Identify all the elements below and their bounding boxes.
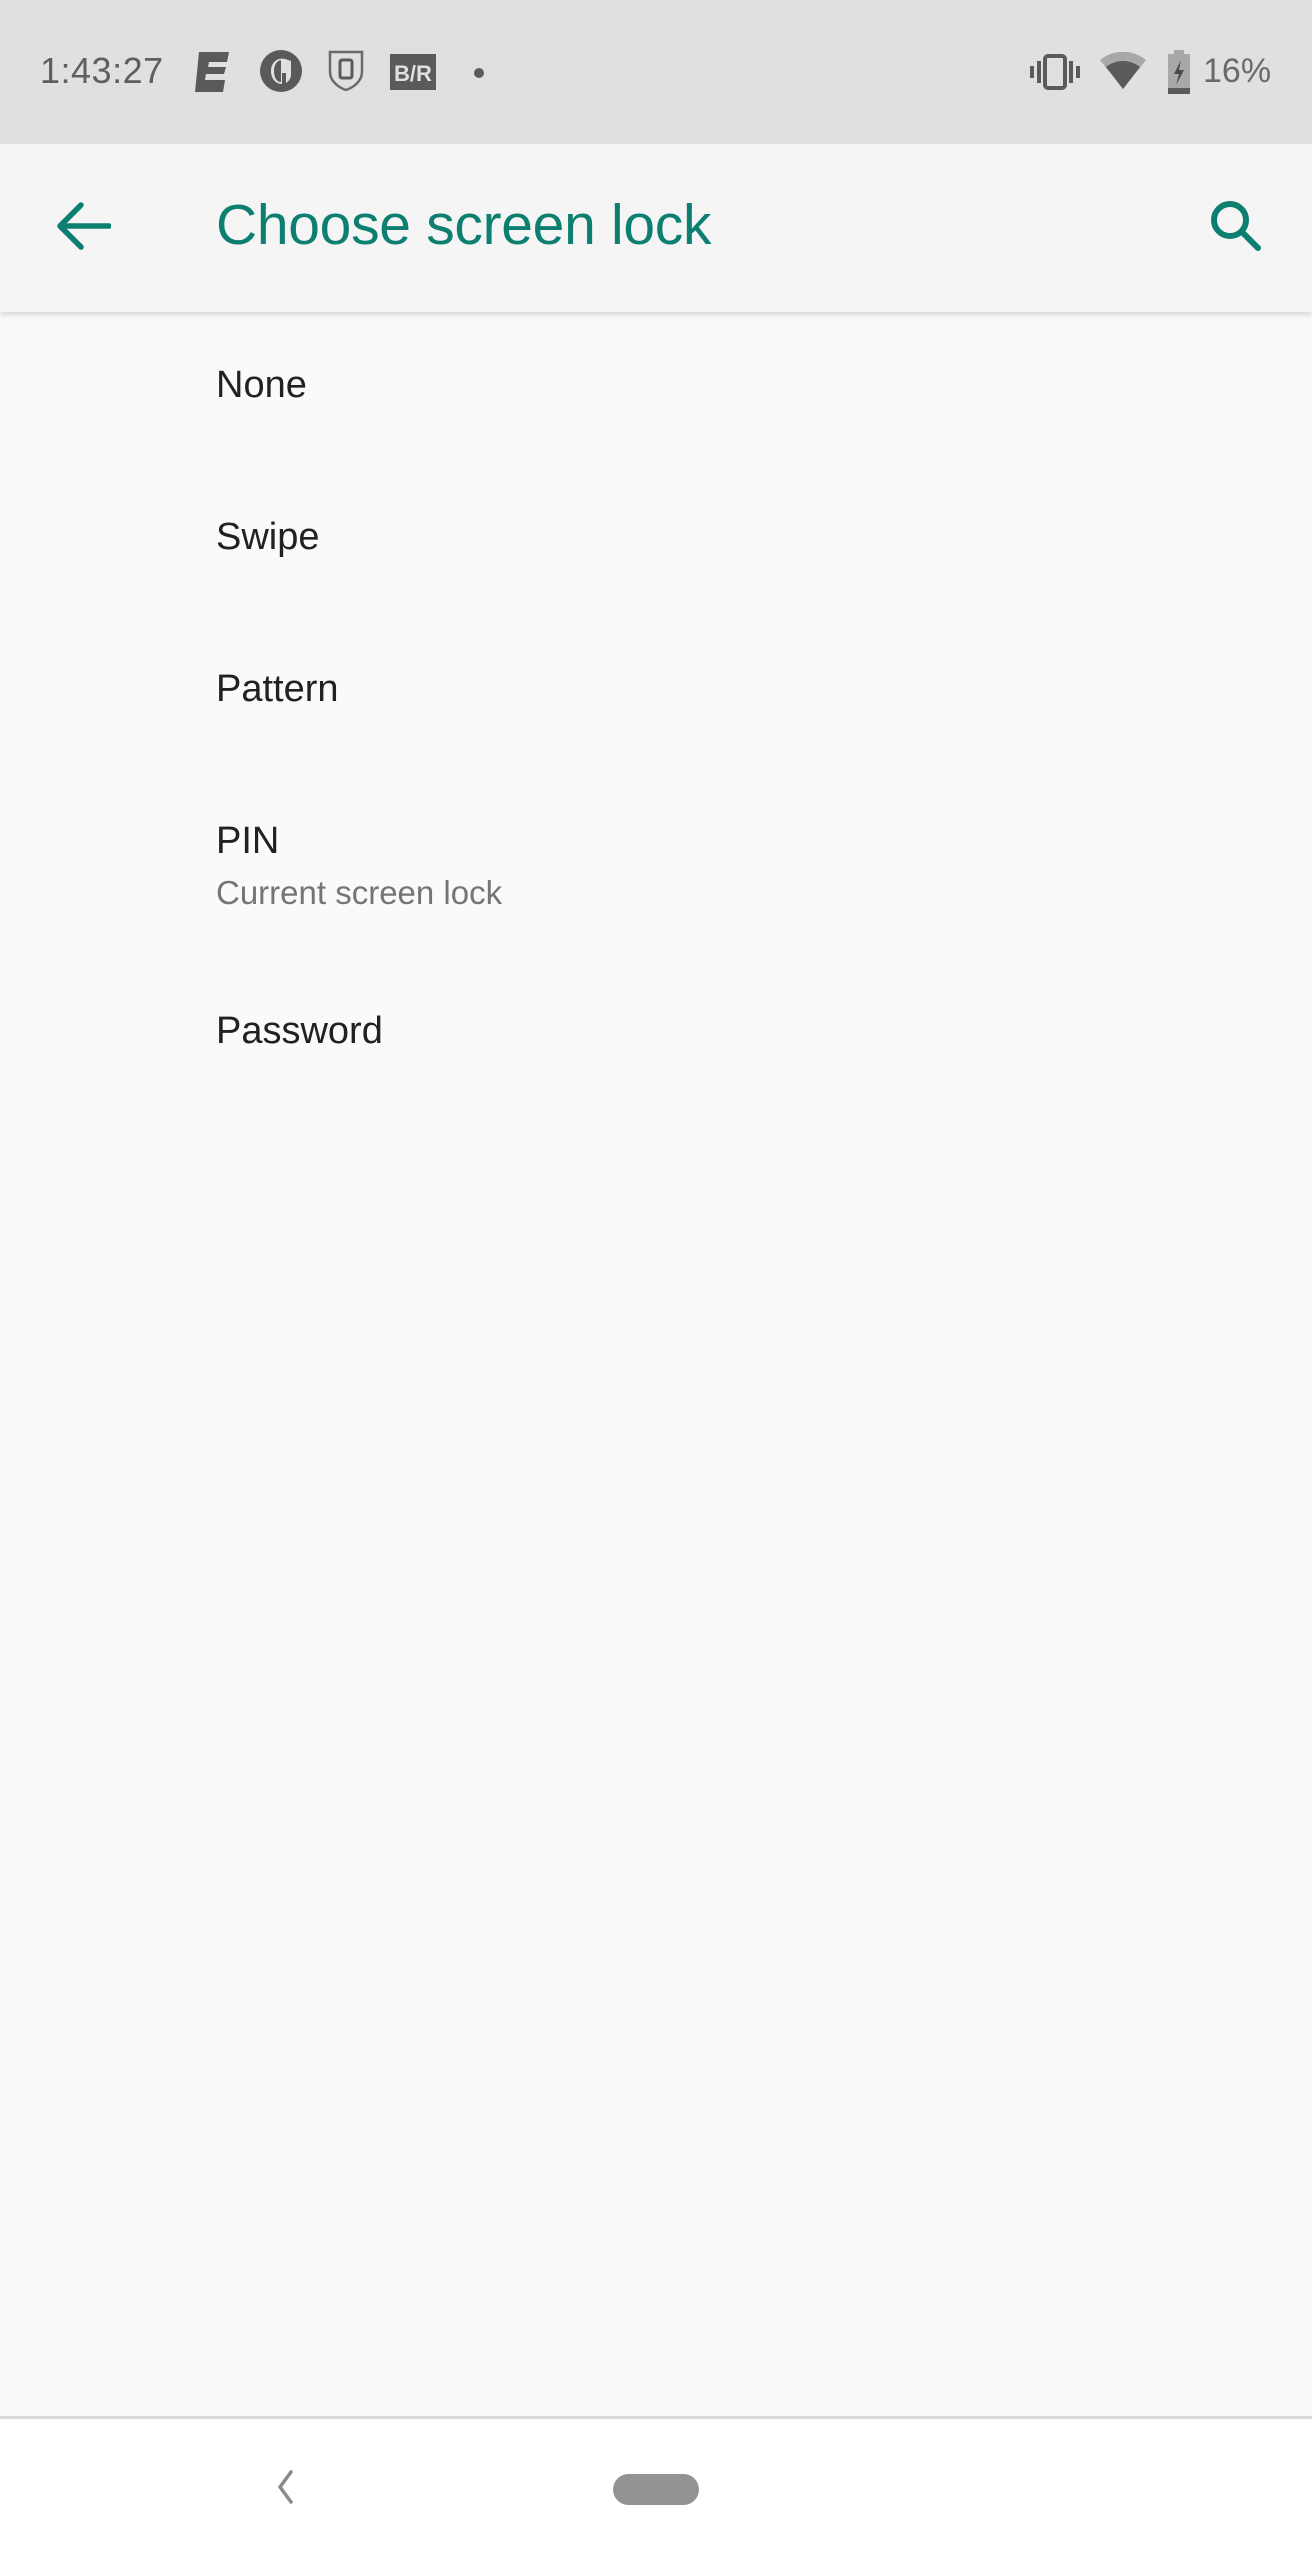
vibrate-icon <box>1030 54 1080 95</box>
nav-back-chevron-icon <box>275 2469 295 2509</box>
device-shield-icon <box>328 50 364 97</box>
option-label: Password <box>216 1010 383 1052</box>
search-button[interactable] <box>1196 188 1276 268</box>
bleacher-report-icon: B/R <box>390 54 436 95</box>
option-pattern[interactable]: Pattern <box>0 616 1312 768</box>
navigation-bar <box>0 2416 1312 2560</box>
nav-back-button[interactable] <box>260 2459 310 2519</box>
wifi-icon <box>1100 51 1146 95</box>
home-pill-icon[interactable] <box>613 2474 699 2505</box>
option-label: PIN <box>216 820 280 862</box>
option-summary: Current screen lock <box>216 874 503 911</box>
option-swipe[interactable]: Swipe <box>0 464 1312 616</box>
page-title: Choose screen lock <box>216 193 712 257</box>
back-button[interactable] <box>44 188 124 268</box>
espn-icon <box>195 52 229 97</box>
option-pin[interactable]: PIN Current screen lock <box>0 768 1312 968</box>
screen-lock-options-list: None Swipe Pattern PIN Current screen lo… <box>0 312 1312 1120</box>
more-notifications-dot-icon <box>473 66 485 84</box>
app-bar: Choose screen lock <box>0 144 1312 312</box>
option-label: None <box>216 364 307 406</box>
svg-text:B/R: B/R <box>394 61 432 86</box>
guardian-icon <box>258 48 304 99</box>
status-time: 1:43:27 <box>40 50 164 91</box>
option-password[interactable]: Password <box>0 968 1312 1120</box>
option-label: Pattern <box>216 668 339 710</box>
arrow-back-icon <box>57 201 112 255</box>
battery-charging-icon <box>1168 50 1190 99</box>
search-icon <box>1208 198 1264 259</box>
battery-percent: 16% <box>1203 52 1272 90</box>
option-label: Swipe <box>216 516 320 558</box>
option-none[interactable]: None <box>0 312 1312 464</box>
status-bar: 1:43:27 B/R 16% <box>0 0 1312 144</box>
